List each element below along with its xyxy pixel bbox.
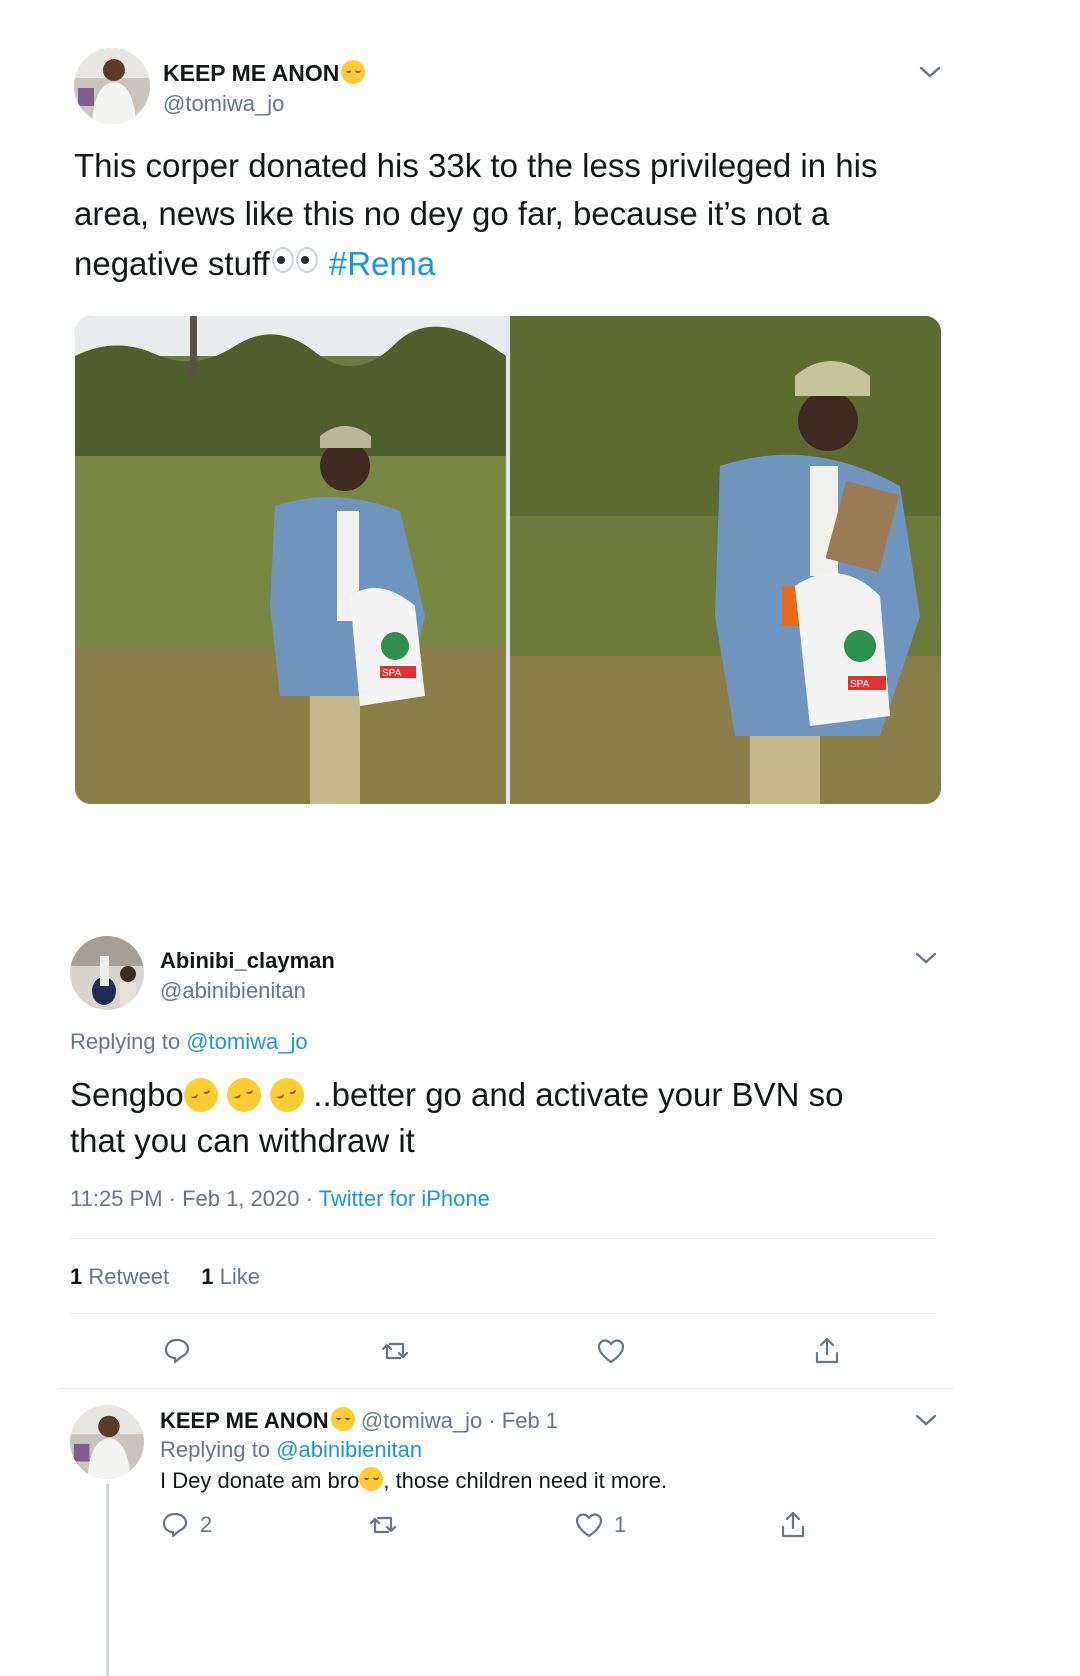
nested-replying-to-line: Replying to @abinibienitan (160, 1437, 422, 1463)
retweet-button[interactable] (380, 1336, 410, 1366)
nested-share-button[interactable] (778, 1510, 808, 1540)
nested-like-count: 1 (614, 1512, 627, 1537)
rolling-laughing-emoji-icon (222, 1073, 266, 1117)
reply-icon (164, 1338, 190, 1364)
nested-text-start: I Dey donate am bro (160, 1468, 360, 1493)
reply-timestamp[interactable]: 11:25 PM · Feb 1, 2020 · (70, 1186, 319, 1211)
nested-reply-count: 2 (200, 1512, 213, 1537)
replying-to-link[interactable]: @tomiwa_jo (186, 1029, 307, 1054)
rolling-laughing-emoji-icon (265, 1073, 309, 1117)
nested-like-button[interactable]: 1 (574, 1510, 626, 1540)
cool-face-emoji-icon (359, 1467, 384, 1491)
avatar-keep-me-anon[interactable] (74, 48, 150, 124)
thread-line (106, 1484, 109, 1676)
retweets-count: 1 (70, 1264, 83, 1289)
chevron-down-icon[interactable] (912, 1410, 940, 1430)
nested-author-handle[interactable]: @tomiwa_jo (361, 1408, 482, 1433)
tweet-body: This corper donated his 33k to the less … (74, 147, 878, 282)
replying-to-prefix: Replying to (160, 1437, 271, 1462)
like-button[interactable] (596, 1336, 626, 1366)
eyes-emoji-icon (271, 238, 320, 286)
likes-label: Like (219, 1264, 260, 1289)
retweet-icon (381, 1342, 409, 1360)
nested-author-name[interactable]: KEEP ME ANON (160, 1408, 329, 1433)
tweet-author-handle[interactable]: @tomiwa_jo (163, 91, 284, 117)
author-name-text: KEEP ME ANON (163, 60, 340, 86)
relieved-face-emoji-icon (341, 60, 366, 84)
reply-stats: 1 Retweet 1 Like (70, 1264, 260, 1290)
share-icon (815, 1337, 839, 1364)
photo-2[interactable]: SPA (510, 316, 941, 804)
reply-source[interactable]: Twitter for iPhone (319, 1186, 490, 1211)
relieved-face-emoji-icon (330, 1407, 355, 1431)
divider (70, 1313, 936, 1314)
divider (70, 1238, 936, 1239)
divider (58, 1388, 954, 1389)
reply-author-handle[interactable]: @abinibienitan (160, 978, 306, 1004)
hashtag-link[interactable]: #Rema (329, 245, 435, 282)
photo-1[interactable]: SPA (75, 316, 506, 804)
nested-reply-text: I Dey donate am bro , those children need… (160, 1467, 667, 1494)
chevron-down-icon[interactable] (912, 948, 940, 968)
photo-1-bag-label: SPA (382, 668, 402, 679)
heart-icon (597, 1339, 625, 1364)
reply-text-line2: that you can withdraw it (70, 1122, 415, 1159)
share-button[interactable] (812, 1336, 842, 1366)
nested-text-end: , those children need it more. (383, 1468, 668, 1493)
tweet-text: This corper donated his 33k to the less … (74, 142, 954, 288)
chevron-down-icon[interactable] (916, 62, 944, 82)
heart-icon (575, 1513, 603, 1538)
reply-text-start: Sengbo (70, 1076, 184, 1113)
share-icon (781, 1511, 805, 1538)
nested-reply-header: KEEP ME ANON @tomiwa_jo · Feb 1 (160, 1407, 558, 1434)
replying-to-link[interactable]: @abinibienitan (276, 1437, 422, 1462)
avatar-keep-me-anon[interactable] (70, 1405, 144, 1479)
tweet-media: SPA SPA (75, 316, 941, 804)
avatar-abinibi-clayman[interactable] (70, 936, 144, 1010)
likes-count: 1 (201, 1264, 214, 1289)
reply-text-line1: ..better go and activate your BVN so (313, 1076, 844, 1113)
photo-2-bag-label: SPA (850, 679, 870, 690)
reply-meta: 11:25 PM · Feb 1, 2020 · Twitter for iPh… (70, 1186, 490, 1212)
nested-date[interactable]: · Feb 1 (488, 1408, 558, 1433)
retweet-icon (369, 1516, 397, 1534)
reply-text: Sengbo ..better go and activate your BVN… (70, 1072, 950, 1164)
reply-button[interactable] (162, 1336, 192, 1366)
nested-retweet-button[interactable] (368, 1510, 398, 1540)
nested-reply-button[interactable]: 2 (160, 1510, 212, 1540)
reply-author-name[interactable]: Abinibi_clayman (160, 948, 335, 974)
retweets-label: Retweet (88, 1264, 170, 1289)
likes-stat[interactable]: 1 Like (201, 1264, 260, 1289)
reply-icon (162, 1512, 188, 1538)
replying-to-line: Replying to @tomiwa_jo (70, 1029, 308, 1055)
replying-to-prefix: Replying to (70, 1029, 181, 1054)
rolling-laughing-emoji-icon (178, 1073, 223, 1117)
retweets-stat[interactable]: 1 Retweet (70, 1264, 175, 1289)
tweet-author-name[interactable]: KEEP ME ANON (163, 60, 366, 87)
